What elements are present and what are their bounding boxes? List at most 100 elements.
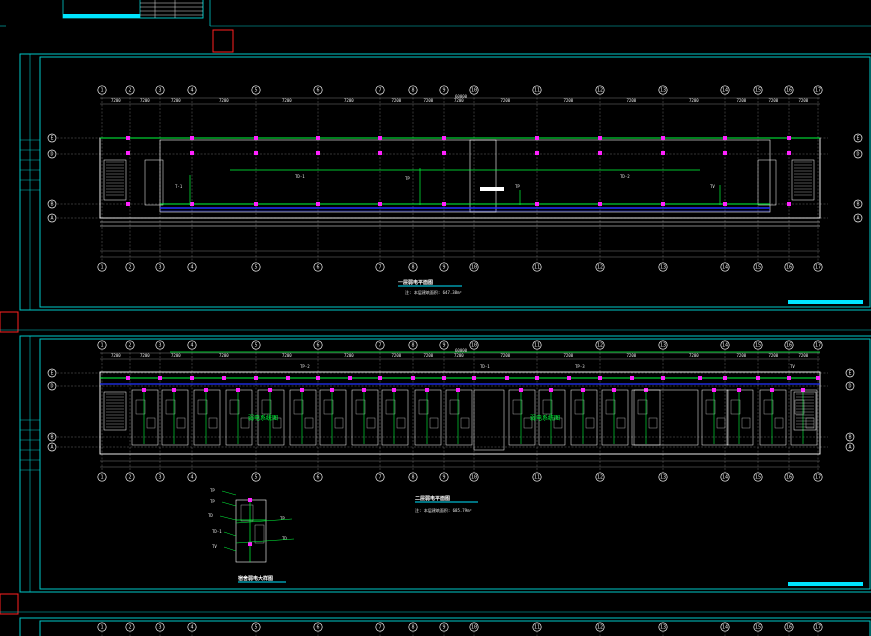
dimension-text: 7200 (501, 353, 511, 358)
device-magenta (630, 376, 634, 380)
device-magenta (581, 388, 585, 392)
device-magenta (472, 376, 476, 380)
dorm-room (414, 389, 442, 446)
dimension-text: 7200 (769, 98, 779, 103)
dimension-text: 7200 (424, 98, 434, 103)
device-magenta (598, 202, 602, 206)
row-letter: E (50, 135, 53, 141)
axis-number: 16 (786, 87, 792, 93)
dorm-room (633, 389, 661, 446)
dorm-room (351, 389, 379, 446)
plan2-room-label-left: 弱电系统图 (248, 414, 278, 422)
device-magenta (268, 388, 272, 392)
row-letter: B (848, 434, 851, 440)
device-magenta (442, 136, 446, 140)
sheet2-bar (788, 582, 863, 586)
closet (146, 417, 156, 429)
device-magenta (661, 376, 665, 380)
dimension-text: 7200 (564, 353, 574, 358)
dorm-room (601, 389, 629, 446)
device-magenta (787, 136, 791, 140)
device-magenta (442, 202, 446, 206)
axis-number: 9 (442, 342, 445, 348)
axis-number: 6 (316, 474, 319, 480)
axis-number: 3 (158, 474, 161, 480)
axis-number: 11 (534, 264, 540, 270)
device-magenta (801, 388, 805, 392)
row-letter: D (50, 151, 53, 157)
axis-number: 13 (660, 624, 666, 630)
device-magenta (787, 376, 791, 380)
plan2-room-label-right: 弱电系统图 (530, 414, 560, 422)
device-magenta (698, 376, 702, 380)
detail-bathroom (240, 504, 254, 522)
bathroom (574, 399, 585, 415)
axis-number: 10 (471, 87, 477, 93)
dimension-text: 7200 (111, 98, 121, 103)
axis-number: 14 (722, 624, 728, 630)
device-magenta (126, 376, 130, 380)
axis-number: 9 (442, 474, 445, 480)
device-magenta (661, 202, 665, 206)
detail-room-outline (235, 499, 267, 563)
plan2-title: 二层弱电平面图 (415, 495, 450, 502)
axis-number: 8 (411, 624, 414, 630)
device-magenta (535, 376, 539, 380)
axis-number: 2 (128, 342, 131, 348)
axis-number: 10 (471, 342, 477, 348)
axis-number: 17 (815, 87, 821, 93)
detail-annotation: TD (282, 536, 287, 541)
bathroom (355, 399, 366, 415)
device-magenta (505, 376, 509, 380)
detail-leader (219, 515, 237, 521)
axis-number: 9 (442, 264, 445, 270)
device-magenta (378, 151, 382, 155)
axis-number: 16 (786, 264, 792, 270)
device-magenta (348, 376, 352, 380)
axis-number: 8 (411, 342, 414, 348)
axis-number: 4 (190, 624, 193, 630)
device-magenta (535, 136, 539, 140)
device-magenta (770, 388, 774, 392)
axis-number: 15 (755, 474, 761, 480)
dimension-text: 7200 (111, 353, 121, 358)
axis-number: 10 (471, 624, 477, 630)
device-magenta (456, 388, 460, 392)
device-magenta (222, 376, 226, 380)
row-letter: A (50, 444, 53, 450)
dimension-text: 7200 (424, 353, 434, 358)
annotation-text: TV (790, 364, 795, 369)
row-letter: A (50, 215, 53, 221)
dorm-room (790, 389, 818, 446)
axis-number: 12 (597, 264, 603, 270)
axis-number: 13 (660, 264, 666, 270)
bathroom (261, 399, 272, 415)
axis-number: 14 (722, 264, 728, 270)
closet (616, 417, 626, 429)
device-magenta (598, 151, 602, 155)
closet (716, 417, 726, 429)
toilet-right (757, 159, 777, 206)
sheet1-bar (788, 300, 863, 304)
device-magenta (190, 151, 194, 155)
bathroom (542, 399, 553, 415)
axis-number: 3 (158, 624, 161, 630)
label-box-white (480, 187, 504, 191)
dimension-text: 7200 (799, 98, 809, 103)
bathroom (637, 399, 648, 415)
axis-number: 7 (378, 87, 381, 93)
central-corridor (473, 389, 505, 451)
annotation-text: TD-1 (480, 364, 490, 369)
dormitory-detail-plan: TP TP TD TD-1 TV TP TD (208, 488, 295, 583)
axis-number: 15 (755, 87, 761, 93)
axis-number: 12 (597, 474, 603, 480)
bathroom (512, 399, 523, 415)
stair-right (793, 391, 817, 431)
dimension-text: 7200 (344, 98, 354, 103)
closet (741, 417, 751, 429)
device-magenta (442, 376, 446, 380)
annotation-text: TV (710, 184, 715, 189)
closet (774, 417, 784, 429)
axis-number: 12 (597, 342, 603, 348)
axis-number: 1 (100, 624, 103, 630)
